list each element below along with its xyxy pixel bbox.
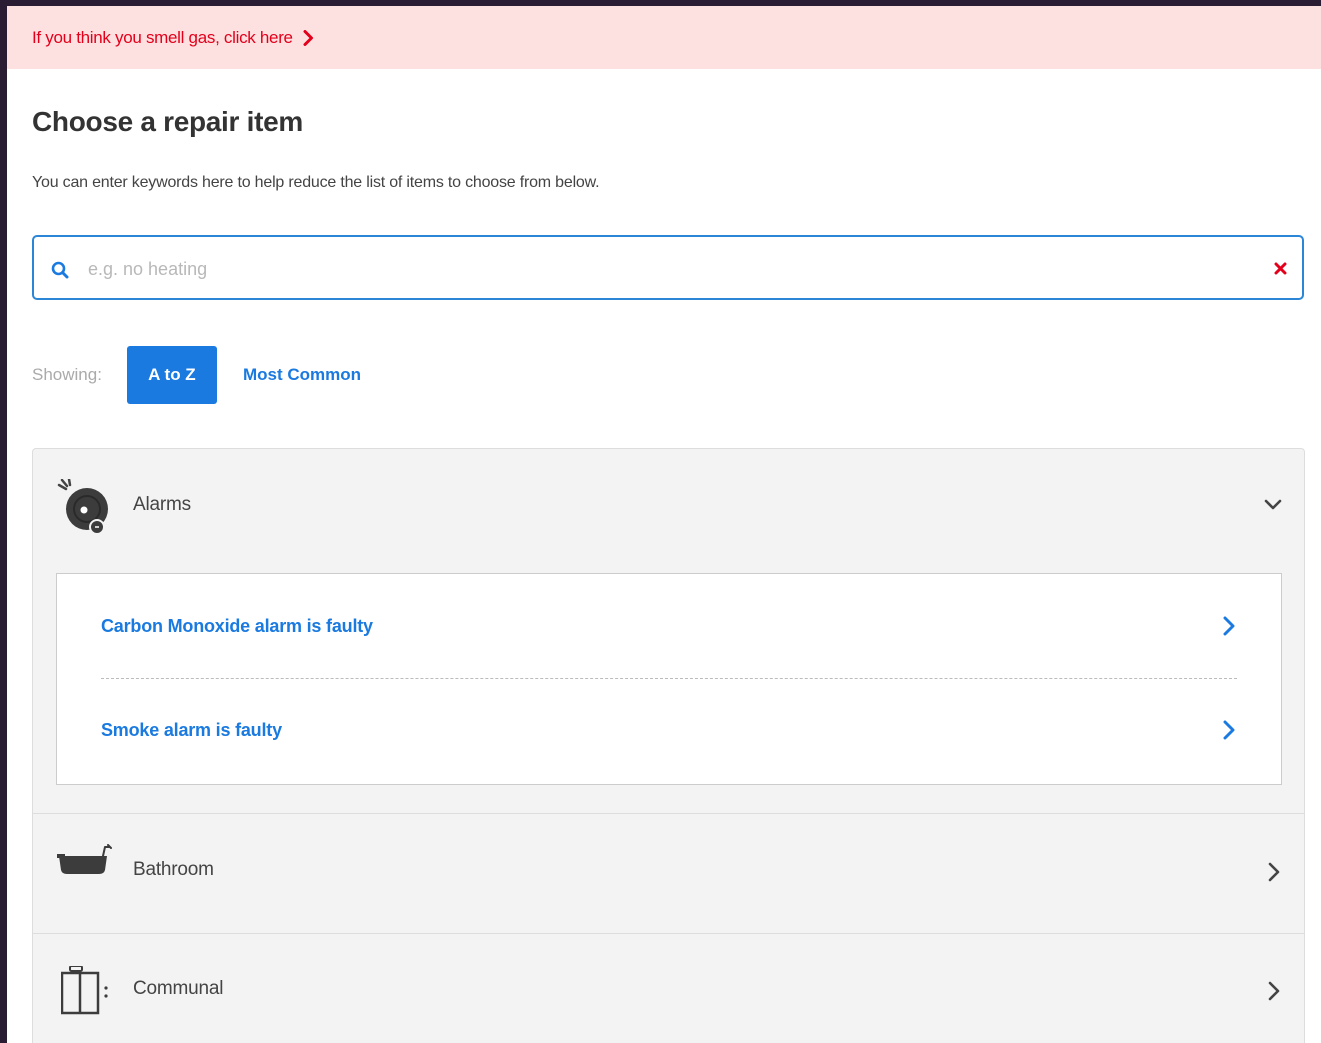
search-input[interactable] [86, 251, 1240, 287]
category-communal-label: Communal [133, 978, 224, 999]
search-box[interactable] [32, 235, 1304, 300]
showing-label: Showing: [32, 365, 102, 384]
tab-a-to-z[interactable]: A to Z [126, 346, 217, 404]
chevron-right-icon [303, 29, 313, 46]
gas-warning-banner[interactable]: If you think you smell gas, click here [7, 6, 1321, 69]
chevron-down-icon [1264, 499, 1282, 510]
list-item-carbon-monoxide[interactable]: Carbon Monoxide alarm is faulty [101, 596, 1237, 656]
list-item-smoke-alarm[interactable]: Smoke alarm is faulty [101, 700, 1237, 760]
list-item-label: Carbon Monoxide alarm is faulty [101, 615, 373, 636]
page-subtitle: You can enter keywords here to help redu… [32, 174, 600, 191]
page-title: Choose a repair item [32, 106, 303, 137]
divider [101, 678, 1237, 679]
search-icon [51, 261, 69, 279]
close-icon[interactable] [1274, 262, 1287, 275]
category-bathroom[interactable]: Bathroom [33, 814, 1304, 933]
list-item-label: Smoke alarm is faulty [101, 719, 282, 740]
chevron-right-icon [1223, 616, 1235, 636]
page: If you think you smell gas, click here C… [7, 6, 1321, 1043]
category-alarms[interactable]: Alarms [33, 449, 1304, 566]
category-alarms-label: Alarms [133, 494, 191, 515]
chevron-right-icon [1268, 981, 1280, 1001]
bathtub-icon [57, 844, 112, 874]
category-bathroom-label: Bathroom [133, 859, 214, 880]
alarms-sub-list: Carbon Monoxide alarm is faulty Smoke al… [56, 573, 1282, 785]
gas-warning-link[interactable]: If you think you smell gas, click here [32, 28, 293, 48]
chevron-right-icon [1268, 862, 1280, 882]
alarm-icon [57, 479, 108, 535]
category-communal[interactable]: Communal [33, 934, 1304, 1043]
tab-most-common[interactable]: Most Common [243, 365, 361, 385]
sort-toggle: Showing: A to Z Most Common [32, 346, 361, 404]
category-list: Alarms Carbon Monoxide alarm is faulty S… [32, 448, 1305, 1043]
lift-icon [61, 966, 108, 1015]
chevron-right-icon [1223, 720, 1235, 740]
